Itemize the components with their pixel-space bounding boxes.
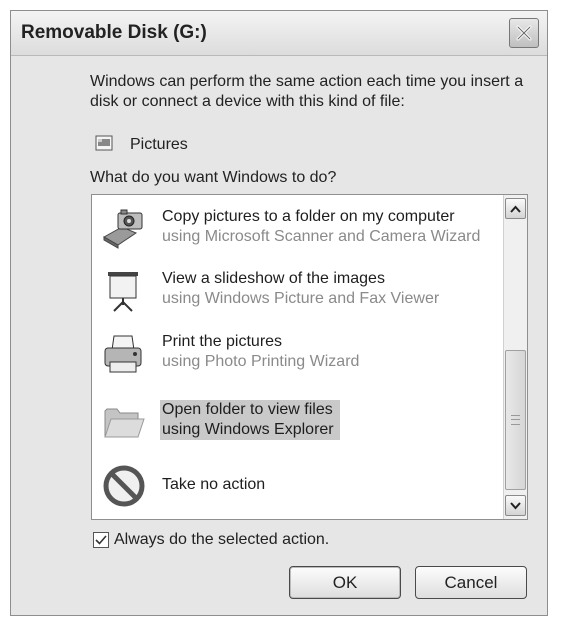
pictures-icon — [95, 135, 113, 151]
option-subtitle: using Photo Printing Wizard — [162, 353, 360, 370]
option-subtitle: using Microsoft Scanner and Camera Wizar… — [162, 228, 481, 245]
content-type-label: Pictures — [130, 136, 188, 153]
always-do-checkbox[interactable] — [93, 532, 109, 548]
grip-icon — [511, 415, 520, 425]
scroll-down-button[interactable] — [505, 495, 526, 516]
window-title: Removable Disk (G:) — [21, 22, 207, 43]
option-subtitle: using Windows Explorer — [162, 421, 334, 438]
printer-icon — [104, 335, 142, 373]
folder-icon — [104, 408, 145, 438]
projector-screen-icon — [108, 272, 138, 312]
scroll-thumb[interactable] — [505, 350, 526, 490]
option-title: Print the pictures — [162, 333, 283, 350]
title-bar[interactable]: Removable Disk (G:) — [11, 11, 547, 56]
vertical-scrollbar[interactable] — [503, 195, 527, 519]
list-item-open-folder[interactable]: Open folder to view files using Windows … — [98, 395, 498, 453]
option-title: Open folder to view files — [162, 401, 333, 418]
option-title: Take no action — [162, 476, 266, 493]
list-item-slideshow[interactable]: View a slideshow of the images using Win… — [98, 267, 498, 325]
chevron-down-icon — [510, 501, 521, 509]
checkmark-icon — [95, 535, 107, 545]
no-action-icon — [103, 465, 145, 507]
autoplay-dialog: Removable Disk (G:) Windows can perform … — [10, 10, 548, 616]
list-item-print[interactable]: Print the pictures using Photo Printing … — [98, 330, 498, 388]
ok-button[interactable]: OK — [289, 566, 401, 599]
action-listbox[interactable]: Copy pictures to a folder on my computer… — [91, 194, 528, 520]
scroll-up-button[interactable] — [505, 198, 526, 219]
always-do-label[interactable]: Always do the selected action. — [114, 531, 329, 549]
option-title: View a slideshow of the images — [162, 270, 385, 287]
list-item-copy-pictures[interactable]: Copy pictures to a folder on my computer… — [98, 205, 498, 263]
list-item-take-no-action[interactable]: Take no action — [98, 460, 498, 518]
question-text: What do you want Windows to do? — [90, 169, 337, 186]
option-subtitle: using Windows Picture and Fax Viewer — [162, 290, 440, 307]
close-icon — [516, 25, 532, 41]
chevron-up-icon — [510, 205, 521, 213]
option-title: Copy pictures to a folder on my computer — [162, 208, 455, 225]
intro-text: Windows can perform the same action each… — [90, 73, 524, 110]
close-button[interactable] — [509, 18, 539, 48]
cancel-button[interactable]: Cancel — [415, 566, 527, 599]
camera-scanner-icon — [102, 209, 143, 249]
